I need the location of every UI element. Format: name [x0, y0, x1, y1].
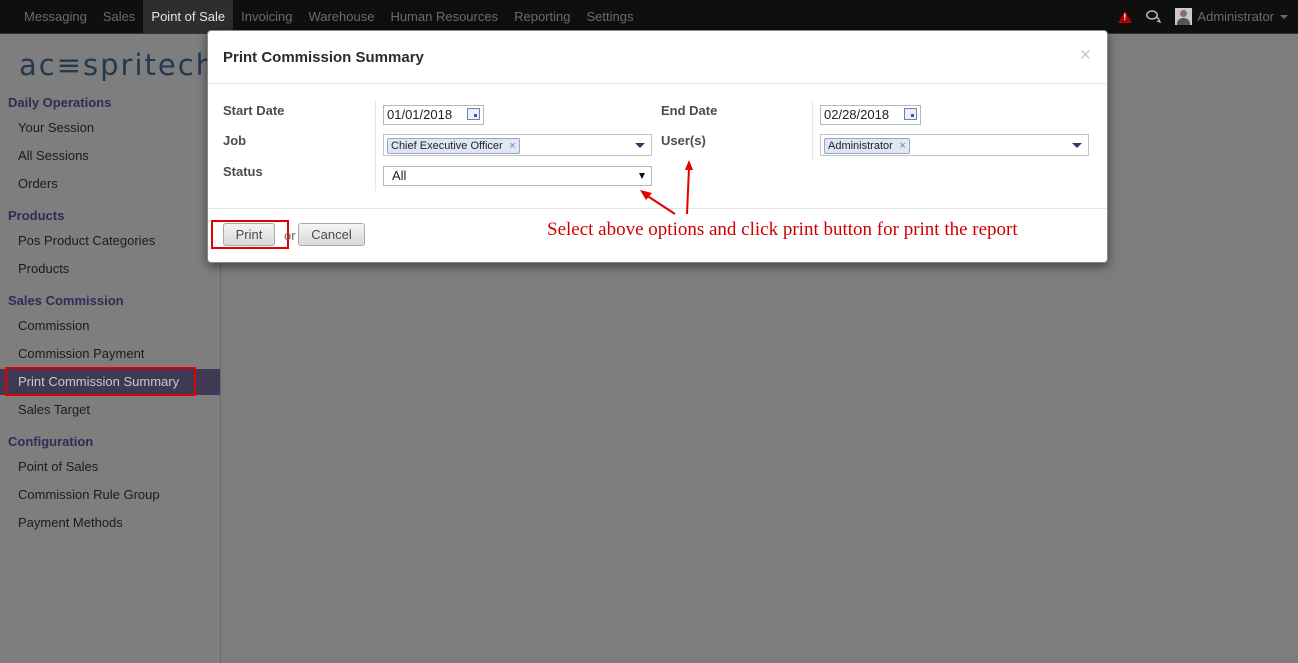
arrowhead [685, 160, 693, 170]
arrow-to-users [686, 167, 690, 215]
annotation-arrows [640, 160, 693, 215]
arrow-to-status [645, 194, 676, 215]
